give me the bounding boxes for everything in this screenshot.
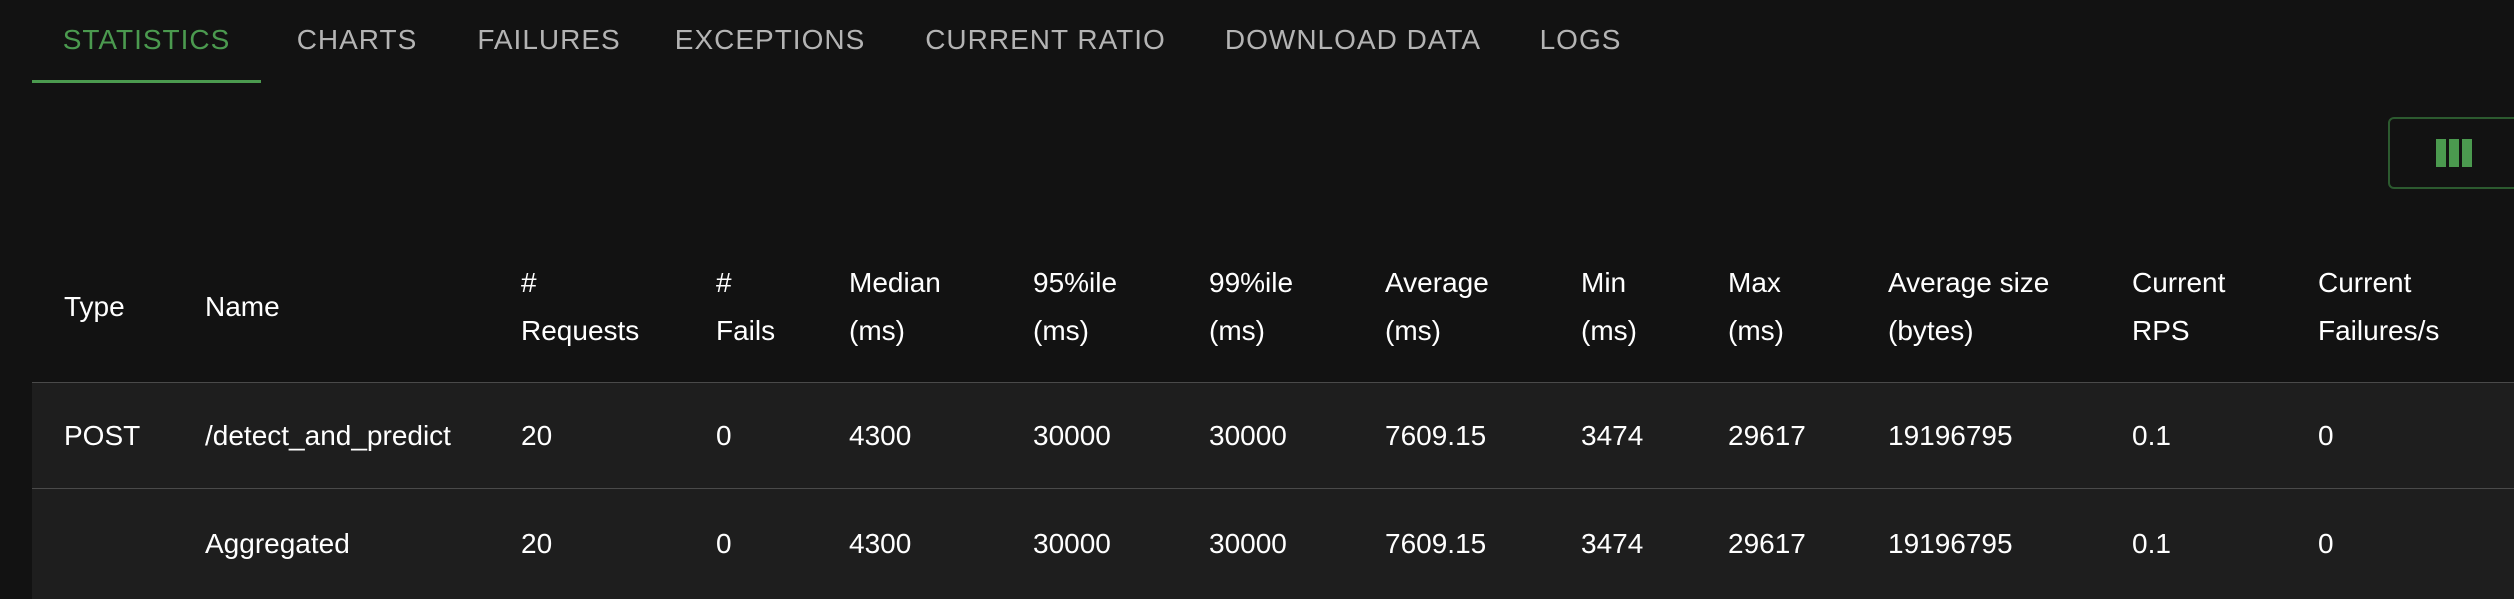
- cell-max: 29617: [1728, 528, 1806, 559]
- header-current-rps[interactable]: Current RPS: [2132, 231, 2225, 382]
- cell-current-rps: 0.1: [2132, 419, 2171, 451]
- header-99ile[interactable]: 99%ile (ms): [1209, 231, 1293, 382]
- cell-type: POST: [64, 419, 141, 451]
- cell-name: /detect_and_predict: [205, 419, 451, 451]
- tab-failures[interactable]: FAILURES: [453, 0, 645, 83]
- cell-min: 3474: [1581, 419, 1644, 451]
- cell-min: 3474: [1581, 528, 1644, 559]
- tab-download-data[interactable]: DOWNLOAD DATA: [1196, 0, 1510, 83]
- table-row-aggregated: Aggregated 20 0 4300 30000 30000 7609.15…: [32, 489, 2514, 599]
- cell-current-failures: 0: [2318, 528, 2334, 559]
- tab-statistics[interactable]: STATISTICS: [32, 0, 261, 83]
- cell-current-rps: 0.1: [2132, 528, 2171, 559]
- cell-average-size: 19196795: [1888, 528, 2013, 559]
- header-max[interactable]: Max (ms): [1728, 231, 1784, 382]
- cell-fails: 0: [716, 419, 732, 451]
- header-fails[interactable]: # Fails: [716, 231, 775, 382]
- tab-charts[interactable]: CHARTS: [261, 0, 453, 83]
- view-columns-button[interactable]: [2388, 117, 2514, 189]
- cell-99ile: 30000: [1209, 528, 1287, 559]
- header-min[interactable]: Min (ms): [1581, 231, 1637, 382]
- cell-95ile: 30000: [1033, 419, 1111, 451]
- header-requests[interactable]: # Requests: [521, 231, 639, 382]
- table-row: POST /detect_and_predict 20 0 4300 30000…: [32, 383, 2514, 489]
- header-average[interactable]: Average (ms): [1385, 231, 1489, 382]
- cell-requests: 20: [521, 528, 553, 559]
- header-name[interactable]: Name: [205, 231, 280, 382]
- header-95ile[interactable]: 95%ile (ms): [1033, 231, 1117, 382]
- cell-median: 4300: [849, 528, 912, 559]
- cell-95ile: 30000: [1033, 528, 1111, 559]
- cell-average: 7609.15: [1385, 419, 1487, 451]
- cell-max: 29617: [1728, 419, 1806, 451]
- tab-exceptions[interactable]: EXCEPTIONS: [645, 0, 895, 83]
- cell-fails: 0: [716, 528, 732, 559]
- cell-median: 4300: [849, 419, 912, 451]
- cell-current-failures: 0: [2318, 419, 2334, 451]
- header-median[interactable]: Median (ms): [849, 231, 941, 382]
- tab-logs[interactable]: LOGS: [1510, 0, 1651, 83]
- cell-requests: 20: [521, 419, 553, 451]
- cell-average-size: 19196795: [1888, 419, 2013, 451]
- cell-99ile: 30000: [1209, 419, 1287, 451]
- tab-bar: STATISTICS CHARTS FAILURES EXCEPTIONS CU…: [32, 0, 1651, 86]
- table-header-row: Type Name # Requests # Fails Median (ms) 95…: [32, 231, 2514, 383]
- header-type[interactable]: Type: [64, 231, 125, 382]
- header-current-failures[interactable]: Current Failures/s: [2318, 231, 2439, 382]
- cell-name: Aggregated: [205, 528, 350, 559]
- view-columns-icon: [2436, 139, 2472, 167]
- statistics-table: Type Name # Requests # Fails Median (ms) 95…: [32, 231, 2514, 599]
- header-average-size[interactable]: Average size (bytes): [1888, 231, 2049, 382]
- cell-average: 7609.15: [1385, 528, 1487, 559]
- tab-current-ratio[interactable]: CURRENT RATIO: [895, 0, 1196, 83]
